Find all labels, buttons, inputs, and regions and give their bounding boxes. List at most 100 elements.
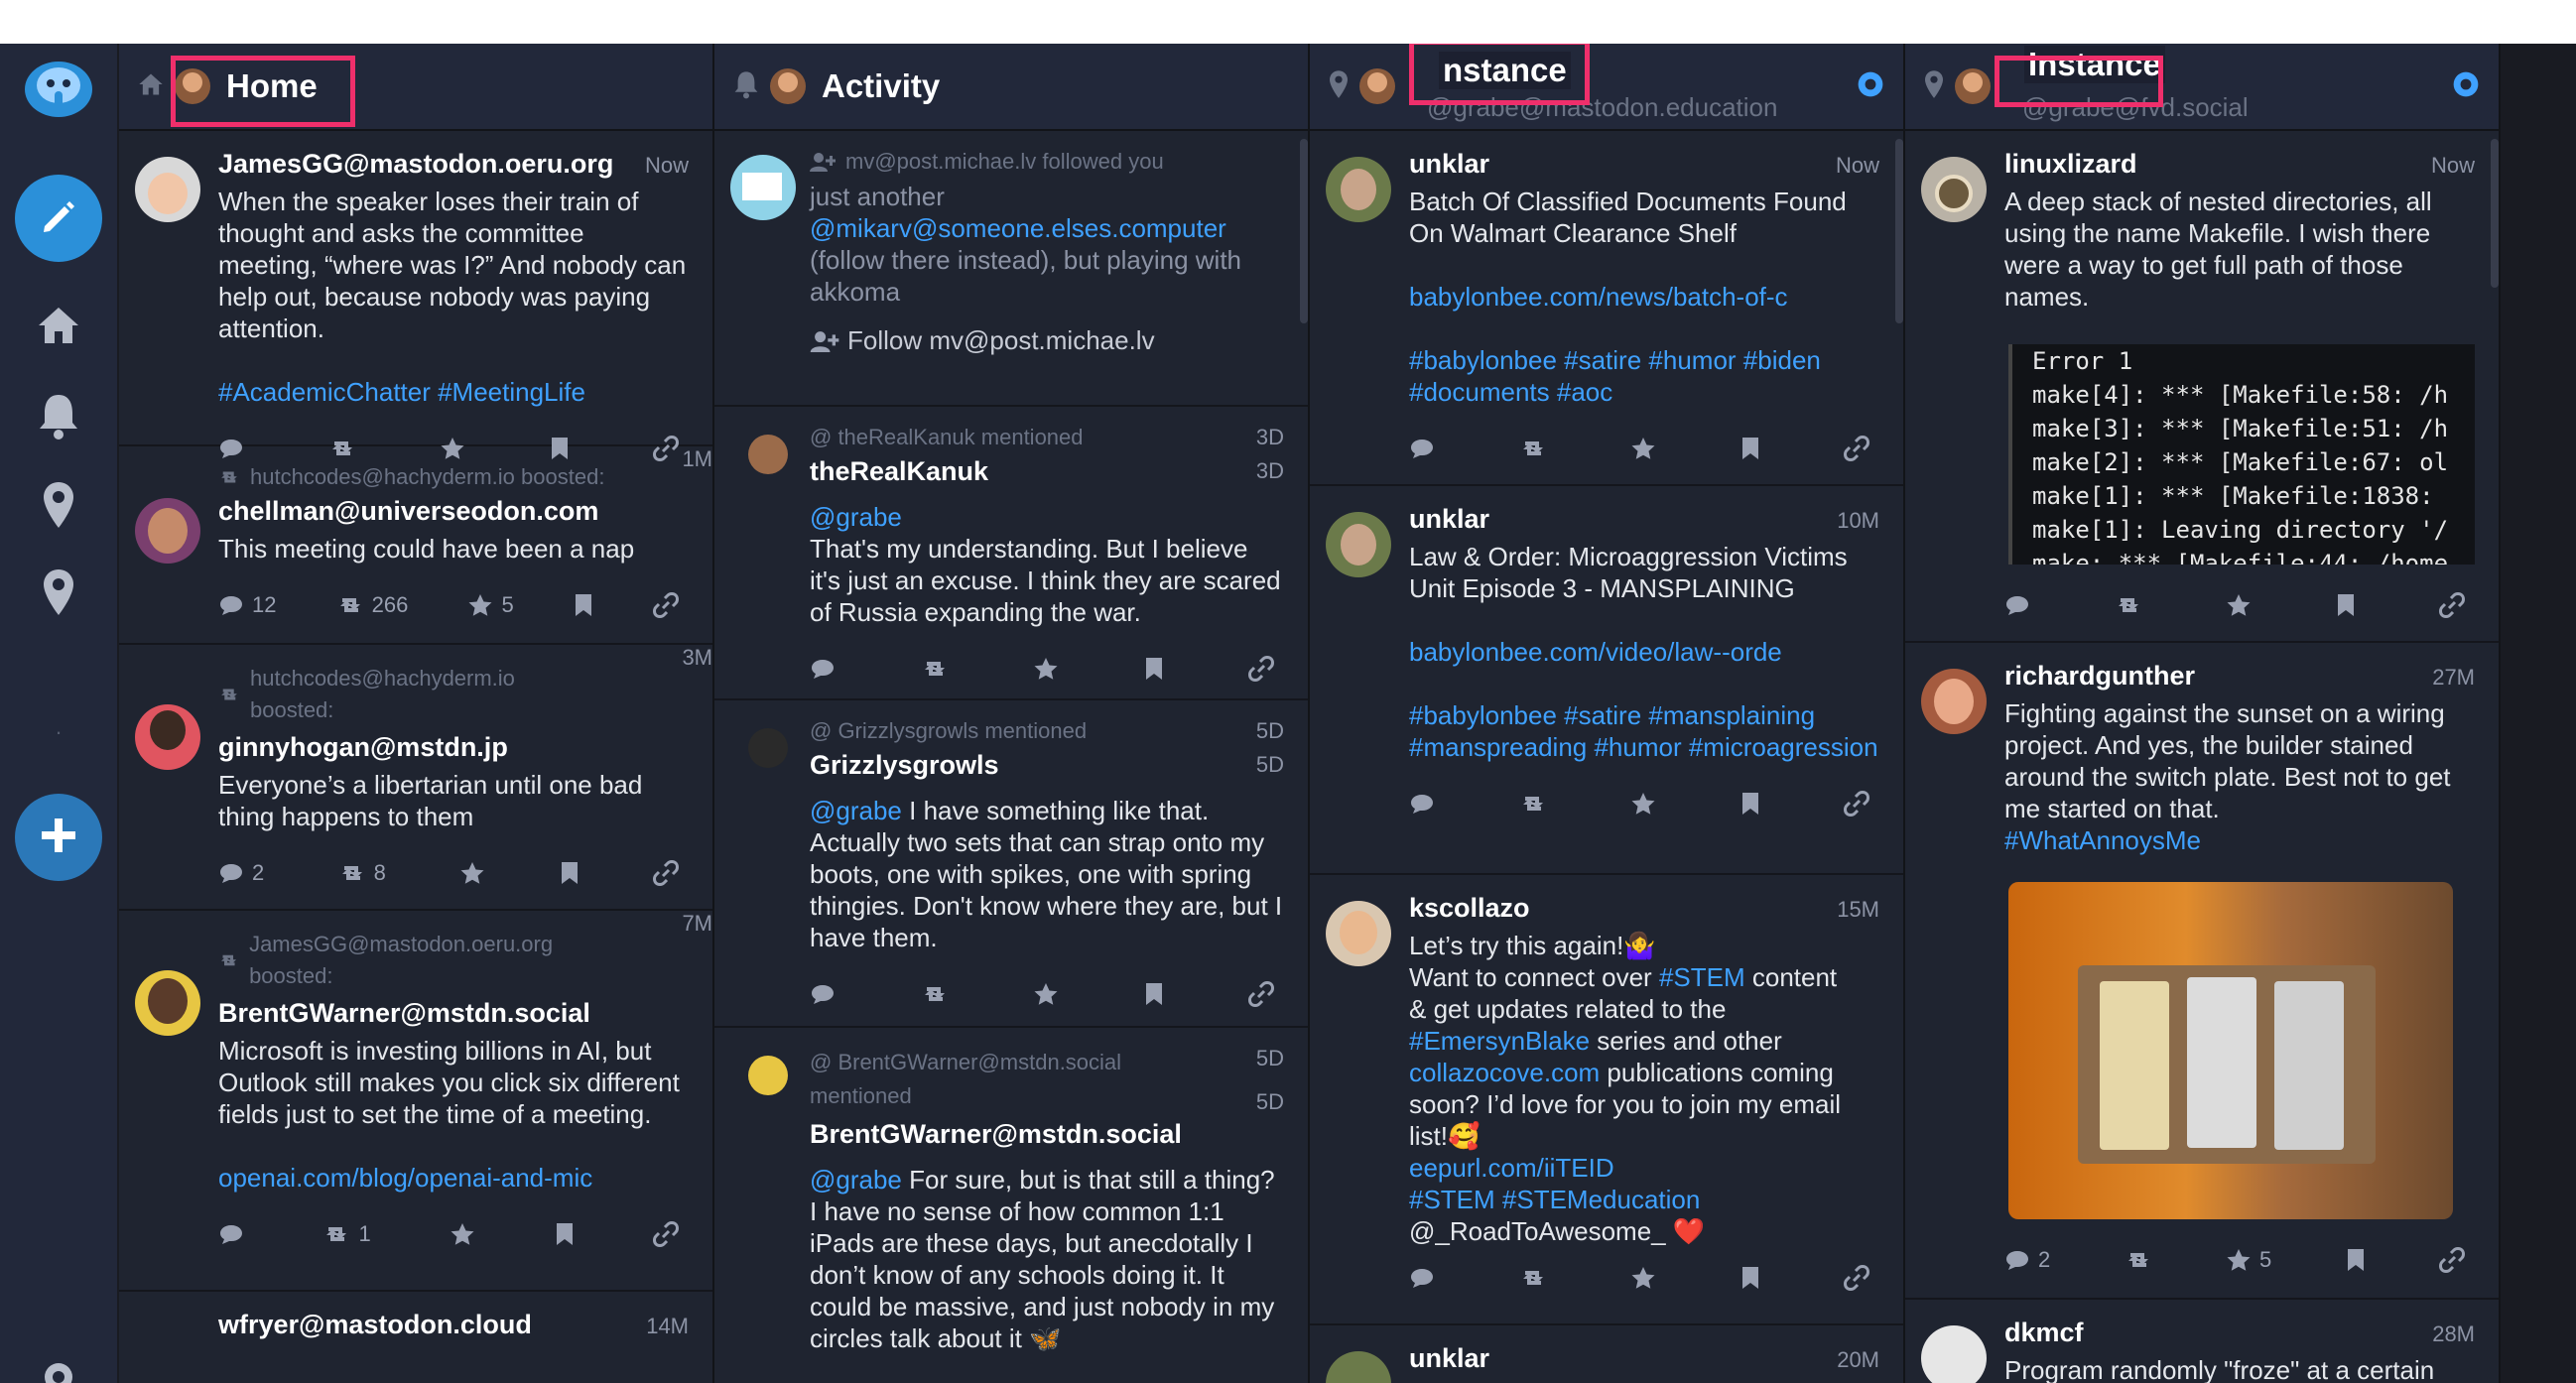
reply-button[interactable] (1409, 1267, 1435, 1289)
favourite-button[interactable] (2226, 593, 2252, 617)
avatar[interactable] (1326, 512, 1391, 577)
reply-button[interactable] (810, 658, 836, 680)
favourite-button[interactable] (1630, 792, 1656, 816)
favourite-button[interactable] (1630, 1266, 1656, 1290)
map-pin-icon[interactable] (42, 567, 75, 617)
avatar[interactable] (1921, 669, 1987, 734)
avatar[interactable] (135, 498, 200, 564)
compose-button[interactable] (15, 175, 102, 262)
mention-notification[interactable]: @ theRealKanuk mentioned 3D theRealKanuk… (714, 407, 1308, 700)
status[interactable]: hutchcodes@hachyderm.io boosted: 3M ginn… (119, 645, 712, 911)
status-author[interactable]: chellman@universeodon.com (218, 496, 689, 527)
boost-button[interactable] (1519, 793, 1547, 815)
status-hashtags[interactable]: #babylonbee #satire #humor #biden #docum… (1409, 344, 1879, 408)
status-author[interactable]: Grizzlysgrowls (810, 750, 999, 780)
status-hashtags[interactable]: #AcademicChatter #MeetingLife (218, 376, 689, 408)
notification-time[interactable]: 5D (1256, 1046, 1284, 1071)
bookmark-button[interactable] (1144, 657, 1164, 681)
reply-button[interactable] (1409, 793, 1435, 815)
link[interactable]: eepurl.com/iiTEID (1409, 1152, 1879, 1184)
hashtag[interactable]: #EmersynBlake (1409, 1026, 1590, 1056)
favourite-button[interactable]: 5 (467, 592, 514, 618)
mention-header-text[interactable]: @ theRealKanuk mentioned (810, 425, 1084, 450)
favourite-button[interactable] (1630, 437, 1656, 460)
elephant-icon[interactable] (21, 56, 96, 121)
status-link[interactable]: babylonbee.com/news/batch-of-c (1409, 281, 1879, 313)
favourite-button[interactable] (1033, 982, 1059, 1006)
status-hashtag[interactable]: #WhatAnnoysMe (2004, 824, 2475, 856)
boost-button[interactable] (1519, 1267, 1547, 1289)
status-time[interactable]: Now (1836, 153, 1879, 179)
gear-icon[interactable] (37, 1355, 80, 1383)
avatar[interactable] (135, 157, 200, 222)
status-time[interactable]: Now (2431, 153, 2475, 179)
mention-notification[interactable]: @ Grizzlysgrowls mentioned 5D Grizzlysgr… (714, 700, 1308, 1028)
boost-button[interactable]: 1 (322, 1221, 371, 1247)
status-time[interactable]: 1M (682, 446, 712, 472)
status-hashtags[interactable]: #babylonbee #satire #mansplaining #mansp… (1409, 699, 1879, 763)
bookmark-button[interactable] (574, 593, 593, 617)
reply-button[interactable]: 2 (218, 860, 264, 886)
reply-button[interactable] (810, 983, 836, 1005)
status-author[interactable]: theRealKanuk (810, 456, 988, 486)
mention-handle[interactable]: @grabe (810, 1165, 902, 1194)
link-button[interactable] (653, 860, 679, 886)
bookmark-button[interactable] (1740, 792, 1760, 816)
media-attachment[interactable] (2008, 882, 2453, 1219)
status[interactable]: unklar 20M (1310, 1325, 1903, 1383)
link-button[interactable] (2439, 592, 2465, 618)
status-time[interactable]: 14M (646, 1314, 689, 1339)
status-time[interactable]: 10M (1837, 508, 1879, 534)
bio-mention[interactable]: @mikarv@someone.elses.computer (810, 212, 1284, 244)
avatar[interactable] (1326, 157, 1391, 222)
status-time[interactable]: 3M (682, 645, 712, 671)
link-button[interactable] (1248, 656, 1274, 682)
bookmark-button[interactable] (2336, 593, 2356, 617)
follow-notification[interactable]: mv@post.michae.lv followed you just anot… (714, 131, 1308, 407)
link-button[interactable] (2439, 1247, 2465, 1273)
home-icon[interactable] (35, 304, 82, 347)
boosted-by[interactable]: hutchcodes@hachyderm.io boosted: (250, 663, 578, 726)
favourite-button[interactable] (1033, 657, 1059, 681)
hashtag[interactable]: #STEM (1659, 962, 1745, 992)
boost-button[interactable]: 266 (336, 592, 408, 618)
status-author[interactable]: richardgunther (2004, 661, 2195, 691)
status-author[interactable]: wfryer@mastodon.cloud (218, 1310, 532, 1339)
reply-button[interactable] (1409, 438, 1435, 459)
boost-button[interactable] (921, 658, 949, 680)
favourite-button[interactable] (450, 1222, 475, 1246)
status-link[interactable]: openai.com/blog/openai-and-mic (218, 1162, 689, 1194)
link-button[interactable] (1844, 436, 1869, 461)
add-column-button[interactable] (15, 794, 102, 881)
status-author[interactable]: linuxlizard (2004, 149, 2137, 179)
avatar[interactable] (748, 728, 788, 768)
status-time[interactable]: 3D (1256, 458, 1284, 484)
favourite-button[interactable] (459, 861, 485, 885)
link-button[interactable] (1844, 1265, 1869, 1291)
boost-button[interactable]: 8 (338, 860, 386, 886)
link-button[interactable] (1248, 981, 1274, 1007)
follow-text[interactable]: mv@post.michae.lv followed you (845, 149, 1164, 175)
code-screenshot[interactable]: Error 1 make[4]: *** [Makefile:58: /h ma… (2008, 344, 2475, 565)
link-button[interactable] (653, 1221, 679, 1247)
status-time[interactable]: 5D (1256, 752, 1284, 778)
mention-handle[interactable]: @grabe (810, 501, 1284, 533)
reply-button[interactable]: 2 (2004, 1247, 2050, 1273)
status[interactable]: dkmcf 28M Program randomly "froze" at a … (1905, 1300, 2499, 1383)
avatar[interactable] (748, 435, 788, 474)
avatar[interactable] (1921, 157, 1987, 222)
status-time[interactable]: 5D (1256, 1089, 1284, 1115)
boost-button[interactable] (921, 983, 949, 1005)
boosted-by[interactable]: hutchcodes@hachyderm.io boosted: (250, 464, 604, 490)
column-header[interactable]: Activity (714, 44, 1308, 131)
status-author[interactable]: ginnyhogan@mstdn.jp (218, 732, 689, 763)
notification-time[interactable]: 5D (1256, 718, 1284, 744)
bookmark-button[interactable] (1144, 982, 1164, 1006)
reply-button[interactable] (218, 1223, 244, 1245)
status-time[interactable]: 28M (2432, 1321, 2475, 1347)
bookmark-button[interactable] (555, 1222, 575, 1246)
avatar[interactable] (1326, 1351, 1391, 1383)
reply-button[interactable] (2004, 594, 2030, 616)
bookmark-button[interactable] (2346, 1248, 2366, 1272)
mention-header-text[interactable]: @ Grizzlysgrowls mentioned (810, 718, 1087, 744)
